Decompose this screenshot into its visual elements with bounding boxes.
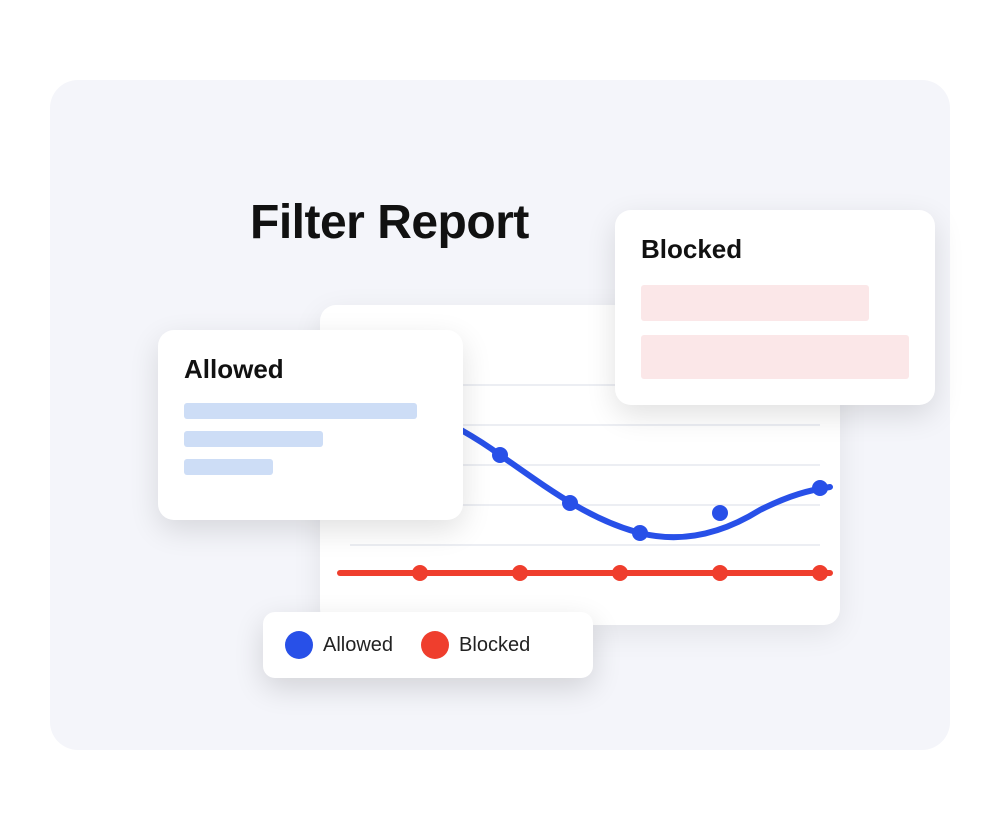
legend-dot-icon [421, 631, 449, 659]
allowed-placeholder-bar [184, 431, 323, 447]
series-allowed-point [812, 480, 828, 496]
report-canvas: Filter Report Blocked [50, 80, 950, 750]
legend-label: Allowed [323, 634, 393, 657]
blocked-placeholder-bar [641, 335, 909, 379]
blocked-placeholder-bar [641, 285, 869, 321]
allowed-card: Allowed [158, 330, 463, 520]
series-blocked-point [412, 565, 428, 581]
chart-legend: Allowed Blocked [263, 612, 593, 678]
series-blocked-point [612, 565, 628, 581]
series-allowed-point [632, 525, 648, 541]
blocked-card: Blocked [615, 210, 935, 405]
blocked-card-title: Blocked [641, 234, 909, 265]
series-allowed-point [712, 505, 728, 521]
legend-dot-icon [285, 631, 313, 659]
legend-label: Blocked [459, 634, 530, 657]
series-blocked-point [512, 565, 528, 581]
allowed-card-title: Allowed [184, 354, 437, 385]
series-blocked-point [812, 565, 828, 581]
series-allowed-point [562, 495, 578, 511]
legend-item-blocked: Blocked [421, 631, 530, 659]
page-title: Filter Report [250, 195, 529, 250]
series-allowed-point [492, 447, 508, 463]
allowed-placeholder-bar [184, 459, 273, 475]
allowed-placeholder-bar [184, 403, 417, 419]
series-blocked-point [712, 565, 728, 581]
legend-item-allowed: Allowed [285, 631, 393, 659]
